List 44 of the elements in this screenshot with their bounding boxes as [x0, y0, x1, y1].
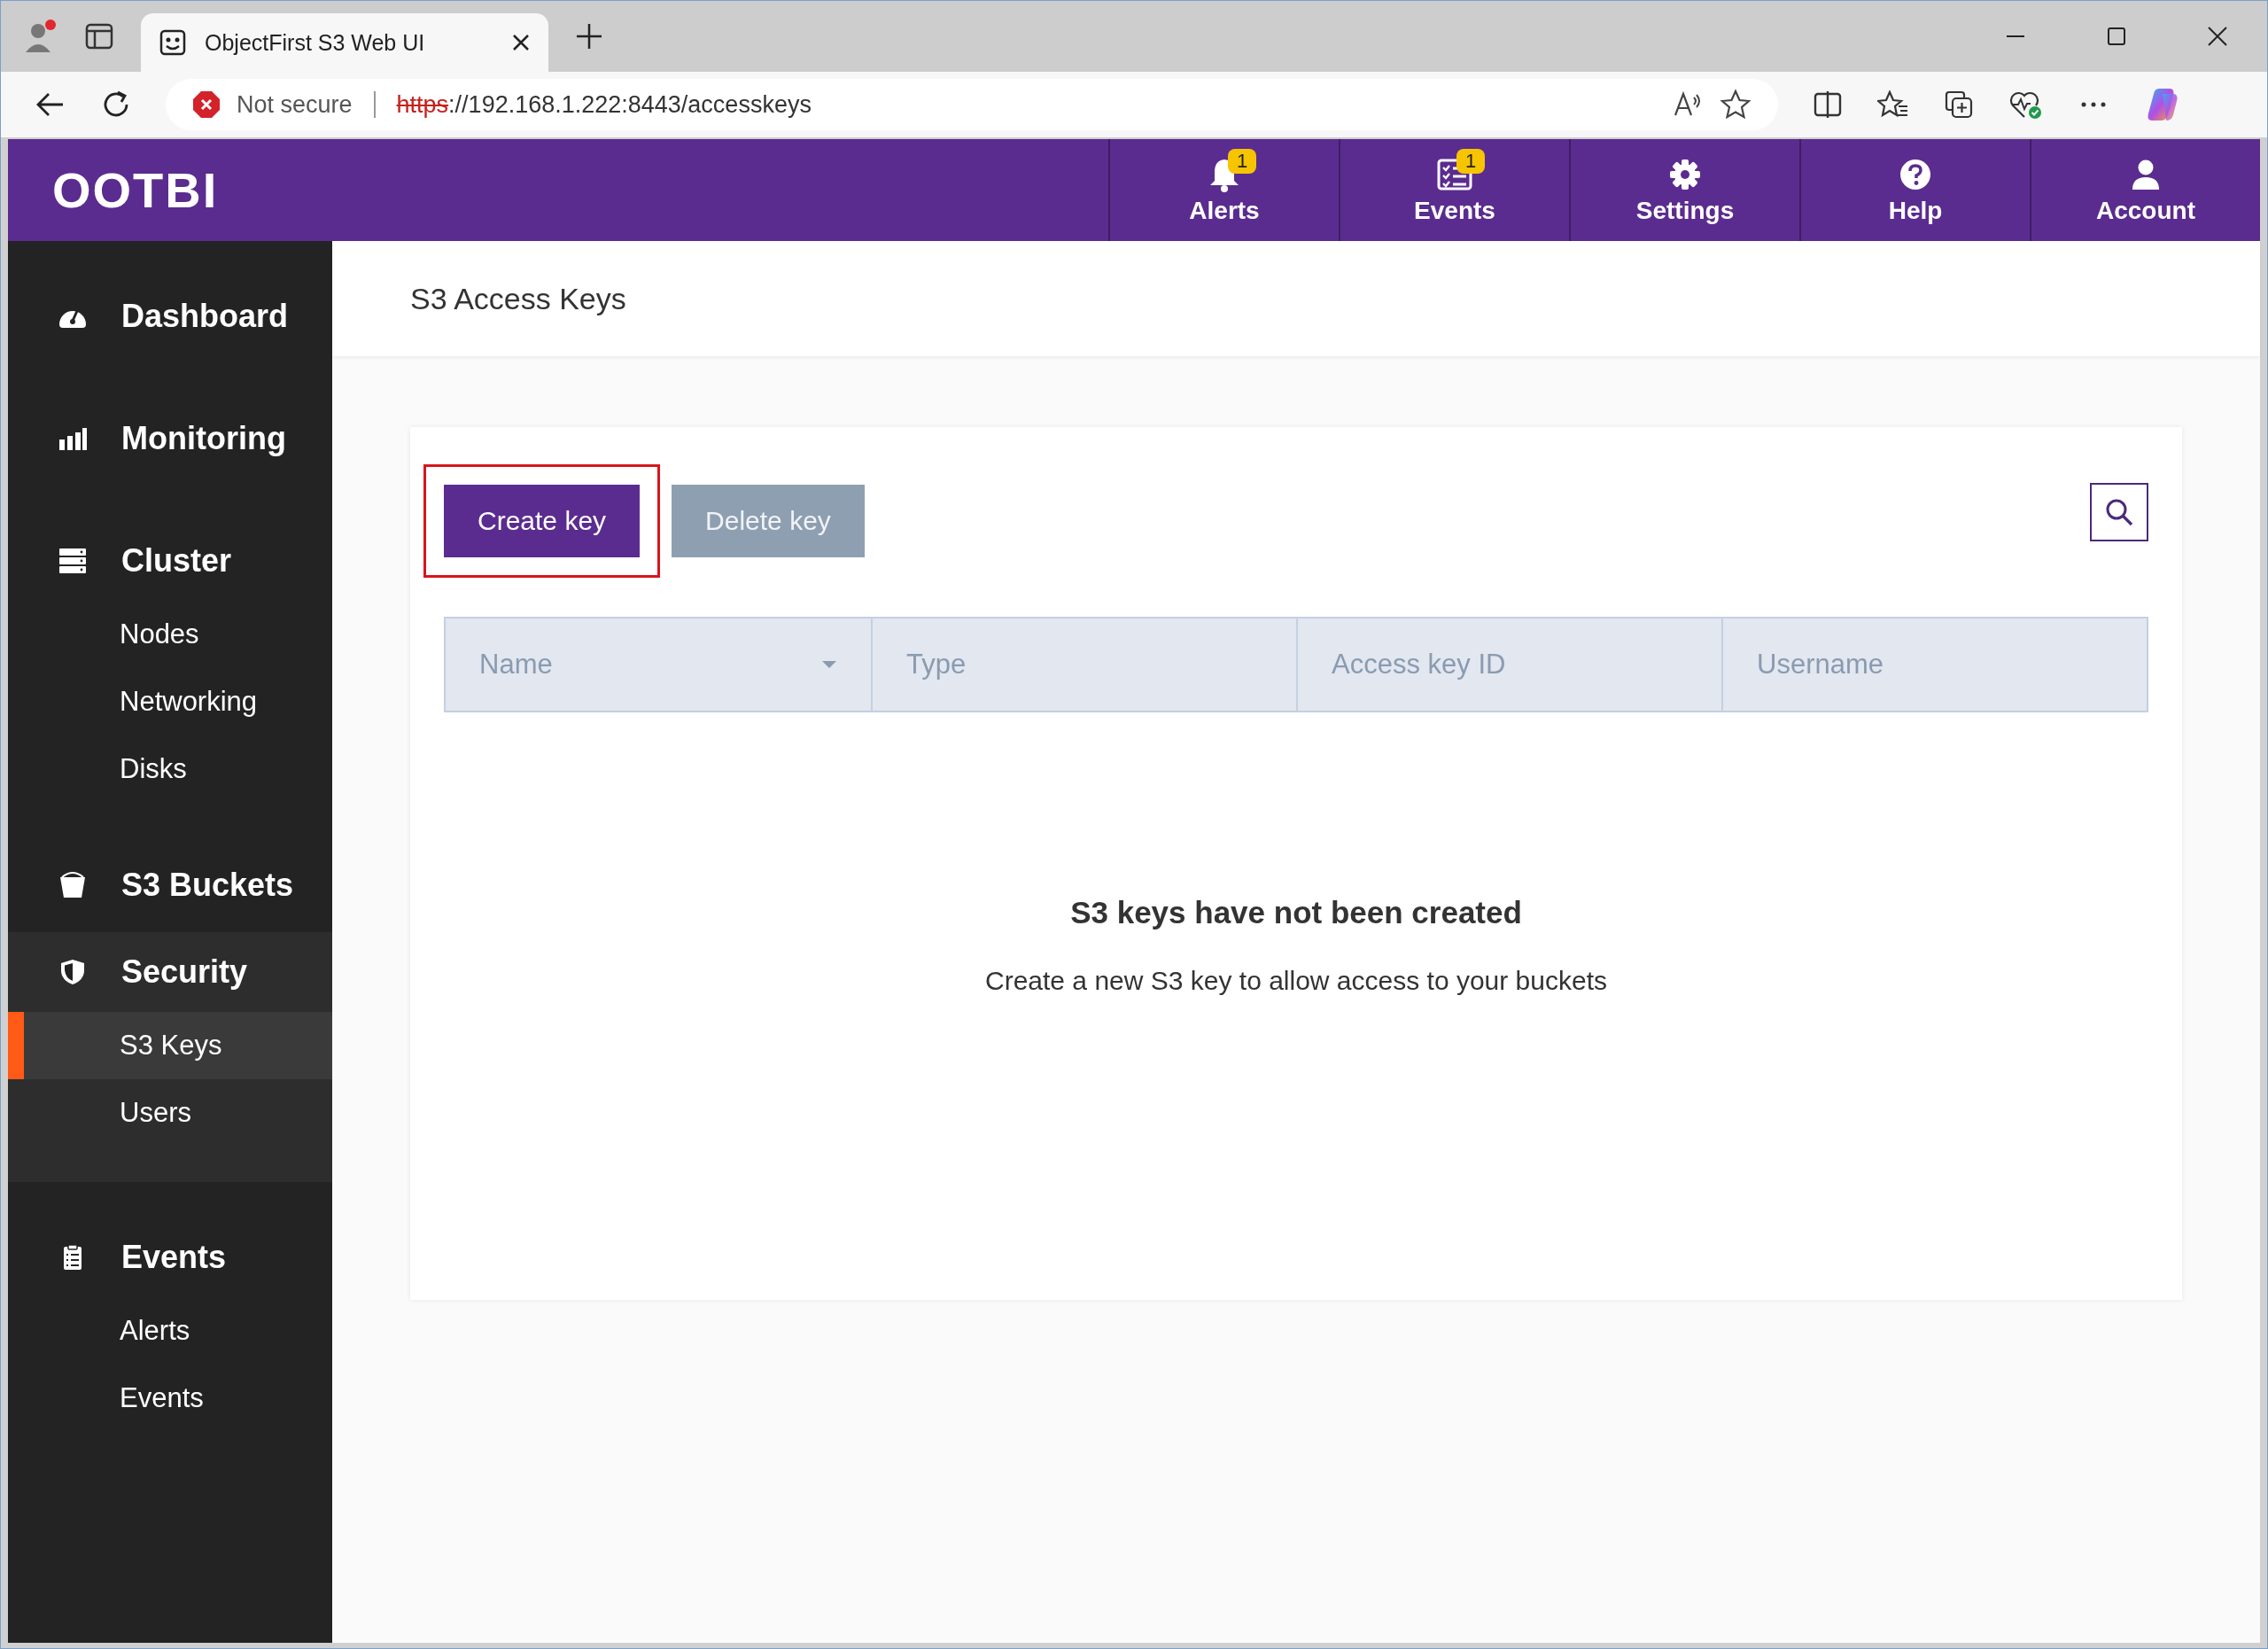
sidebar-item[interactable]: Events: [8, 1217, 332, 1297]
sidebar-item[interactable]: Cluster: [8, 521, 332, 601]
action-button[interactable]: Create key: [444, 485, 641, 557]
user-icon: [2130, 158, 2162, 191]
url-text: https://192.168.1.222:8443/accesskeys: [396, 90, 812, 119]
tab-actions-icon[interactable]: [84, 21, 114, 51]
close-icon[interactable]: [2207, 26, 2228, 47]
sidebar-item[interactable]: Security: [8, 932, 332, 1012]
sidebar-item[interactable]: Dashboard: [8, 276, 332, 356]
search-icon: [2104, 497, 2134, 527]
sidebar-subitem[interactable]: Users: [8, 1079, 332, 1147]
star-icon[interactable]: [1720, 89, 1751, 121]
sidebar-item[interactable]: S3 Buckets: [8, 845, 332, 925]
security-status[interactable]: Not secure: [237, 90, 353, 119]
notification-badge: 1: [1456, 148, 1486, 174]
help-icon: [1899, 158, 1931, 191]
sidebar-subitem[interactable]: Events: [8, 1365, 332, 1432]
tab-title: ObjectFirst S3 Web UI: [205, 29, 426, 56]
gear-icon: [1669, 158, 1701, 191]
sidebar-subitem[interactable]: Alerts: [8, 1297, 332, 1365]
sidebar-item[interactable]: Monitoring: [8, 399, 332, 478]
browser-tab[interactable]: ObjectFirst S3 Web UI: [141, 13, 548, 72]
bar-chart-icon: [58, 425, 88, 452]
split-screen-icon[interactable]: [1812, 89, 1844, 121]
sidebar-subitem[interactable]: S3 Keys: [8, 1012, 332, 1079]
search-button[interactable]: [2090, 483, 2148, 541]
collections-icon[interactable]: [1943, 89, 1975, 121]
maximize-icon[interactable]: [2106, 26, 2127, 47]
new-tab-icon[interactable]: [575, 22, 603, 51]
empty-state-message: Create a new S3 key to allow access to your buckets: [985, 966, 1607, 996]
warning-icon: [192, 90, 221, 119]
address-bar[interactable]: Not secure https://192.168.1.222:8443/accesskeys: [166, 79, 1778, 130]
server-icon: [58, 548, 88, 574]
notification-badge: 1: [1228, 148, 1257, 174]
close-tab-icon[interactable]: [511, 33, 531, 52]
bucket-icon: [58, 872, 88, 898]
sidebar-subitem[interactable]: Networking: [8, 668, 332, 735]
caret-icon: [821, 660, 837, 669]
site-icon: [159, 28, 187, 57]
empty-state-title: S3 keys have not been created: [1070, 895, 1522, 930]
sidebar-subitem[interactable]: Nodes: [8, 601, 332, 668]
page-title: S3 Access Keys: [410, 281, 626, 316]
sidebar-subitem[interactable]: Disks: [8, 735, 332, 803]
logo[interactable]: OOTBI: [52, 161, 219, 219]
